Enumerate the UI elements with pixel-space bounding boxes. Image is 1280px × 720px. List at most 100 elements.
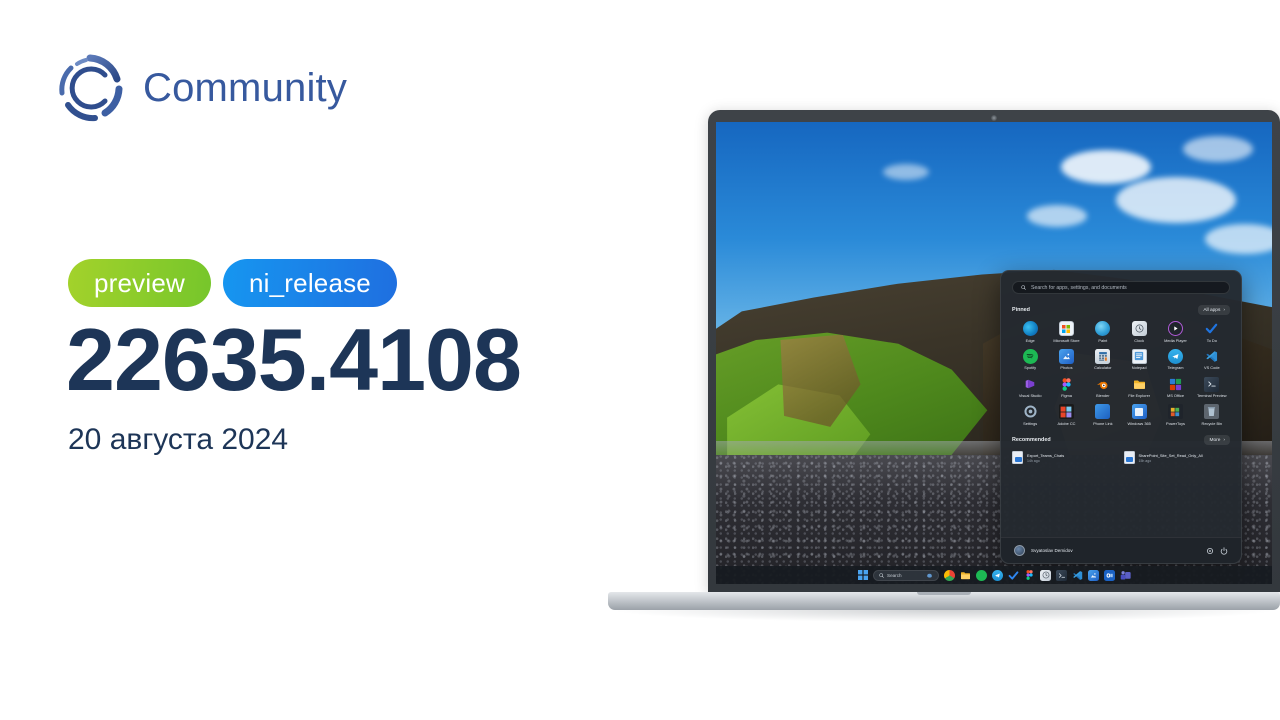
chevron-right-icon: ›: [1223, 437, 1225, 443]
taskbar-app-clock[interactable]: [1040, 569, 1051, 581]
recommended-item-time: 15h ago: [1138, 458, 1152, 463]
taskbar-app-vs-code[interactable]: [1072, 570, 1083, 581]
windows-start-icon[interactable]: [857, 570, 868, 581]
brand-name: Community: [143, 65, 348, 110]
chevron-right-icon: ›: [1223, 307, 1225, 313]
file-explorer-icon: [1132, 377, 1147, 392]
ms-office-icon: [1168, 377, 1183, 392]
start-search-placeholder: Search for apps, settings, and documents: [1031, 284, 1127, 291]
app-label: Adobe CC: [1057, 420, 1076, 426]
pinned-app-edge[interactable]: Edge: [1012, 321, 1048, 343]
more-label: More: [1209, 437, 1221, 443]
figma-icon: [1059, 377, 1074, 392]
taskbar-app-chrome[interactable]: [944, 569, 955, 581]
build-number: 22635.4108: [66, 310, 522, 409]
community-circle-logo-icon: [55, 53, 125, 123]
terminal-icon: [1204, 376, 1220, 392]
app-label: Spotify: [1024, 365, 1037, 371]
settings-icon[interactable]: [1206, 547, 1214, 555]
more-button[interactable]: More ›: [1204, 435, 1230, 446]
pinned-app-media-player[interactable]: Media Player: [1157, 321, 1193, 343]
taskbar-app-photos[interactable]: [1088, 569, 1099, 581]
list-item[interactable]: SharePoint_Site_Set_Read_Only_All 15h ag…: [1123, 451, 1231, 465]
taskbar-app-terminal[interactable]: [1056, 569, 1067, 581]
taskbar-search-box[interactable]: Search: [873, 569, 939, 581]
badge-ni-release[interactable]: ni_release: [223, 259, 397, 307]
all-apps-button[interactable]: All apps ›: [1198, 305, 1230, 315]
app-label: Calculator: [1094, 365, 1112, 371]
app-label: Telegram: [1167, 365, 1184, 371]
power-icon[interactable]: [1220, 546, 1228, 555]
info-panel: Community preview ni_release 22635.4108 …: [0, 0, 620, 720]
recommended-list: Export_Teams_Chats 14h ago SharePoint_Si…: [1012, 451, 1231, 465]
spotify-icon: [1022, 348, 1038, 364]
pinned-app-to-do[interactable]: To Do: [1194, 321, 1230, 343]
app-label: Recycle Bin: [1201, 420, 1223, 426]
taskbar-app-outlook[interactable]: [1104, 569, 1115, 581]
pinned-app-file-explorer[interactable]: File Explorer: [1121, 377, 1157, 399]
pinned-app-telegram[interactable]: Telegram: [1157, 348, 1193, 371]
taskbar[interactable]: Search: [716, 566, 1272, 584]
telegram-icon: [1167, 348, 1183, 364]
pinned-app-spotify[interactable]: Spotify: [1012, 348, 1048, 371]
pinned-app-ms-office[interactable]: MS Office: [1157, 377, 1193, 399]
pinned-app-adobe-cc[interactable]: Adobe CC: [1048, 404, 1084, 426]
start-menu[interactable]: Search for apps, settings, and documents…: [1000, 270, 1242, 564]
taskbar-app-to-do[interactable]: [1008, 570, 1019, 581]
recommended-item-name: Export_Teams_Chats: [1027, 452, 1065, 458]
badge-preview[interactable]: preview: [68, 259, 211, 307]
pinned-app-windows-365[interactable]: Windows 365: [1121, 404, 1157, 426]
start-user-bar: Svyatoslav Demidov: [1001, 537, 1241, 563]
taskbar-app-file-explorer[interactable]: [960, 570, 971, 581]
app-label: MS Office: [1166, 393, 1184, 399]
document-icon: [1123, 451, 1135, 465]
photos-icon: [1058, 348, 1074, 364]
notepad-icon: [1131, 348, 1147, 364]
pinned-app-notepad[interactable]: Notepad: [1121, 348, 1157, 371]
taskbar-app-figma[interactable]: [1024, 570, 1035, 581]
windows-365-icon: [1131, 404, 1147, 420]
document-icon: [1012, 451, 1023, 465]
user-avatar[interactable]: [1014, 545, 1025, 556]
vscode-icon: [1204, 349, 1219, 364]
app-label: VS Code: [1204, 365, 1220, 371]
app-label: Windows 365: [1127, 420, 1151, 426]
app-label: Edge: [1025, 337, 1035, 343]
pinned-app-powertoys[interactable]: PowerToys: [1157, 404, 1193, 426]
taskbar-app-spotify[interactable]: [976, 569, 987, 581]
list-item[interactable]: Export_Teams_Chats 14h ago: [1012, 451, 1119, 465]
blender-icon: [1095, 377, 1110, 392]
pinned-app-microsoft-store[interactable]: Microsoft Store: [1048, 321, 1084, 343]
copilot-icon[interactable]: [926, 572, 933, 579]
app-label: File Explorer: [1128, 393, 1151, 399]
calculator-icon: [1095, 348, 1111, 364]
pinned-app-settings[interactable]: Settings: [1012, 404, 1048, 426]
pinned-app-phone-link[interactable]: Phone Link: [1085, 404, 1121, 426]
pinned-app-clock[interactable]: Clock: [1121, 321, 1157, 343]
pinned-app-terminal-preview[interactable]: Terminal Preview: [1194, 376, 1230, 399]
pinned-app-calculator[interactable]: Calculator: [1085, 348, 1121, 371]
app-label: Visual Studio: [1018, 393, 1042, 399]
app-label: Figma: [1061, 393, 1072, 399]
app-label: PowerToys: [1165, 420, 1185, 426]
pinned-app-paint[interactable]: Paint: [1085, 321, 1121, 343]
start-search-input[interactable]: Search for apps, settings, and documents: [1012, 281, 1230, 294]
app-label: Photos: [1060, 365, 1073, 371]
taskbar-app-teams[interactable]: [1120, 570, 1131, 581]
pinned-app-figma[interactable]: Figma: [1048, 377, 1084, 399]
taskbar-app-telegram[interactable]: [992, 569, 1003, 581]
clock-icon: [1131, 321, 1147, 336]
pinned-app-photos[interactable]: Photos: [1048, 348, 1084, 371]
pinned-app-recycle-bin[interactable]: Recycle Bin: [1194, 404, 1230, 426]
settings-gear-icon: [1023, 404, 1038, 419]
microsoft-store-icon: [1058, 321, 1074, 336]
laptop-screen: Search for apps, settings, and documents…: [716, 122, 1272, 584]
edge-icon: [1022, 321, 1038, 336]
pinned-app-blender[interactable]: Blender: [1085, 377, 1121, 399]
app-label: Phone Link: [1093, 420, 1113, 426]
user-name: Svyatoslav Demidov: [1031, 548, 1073, 553]
pinned-app-vs-code[interactable]: VS Code: [1194, 349, 1230, 371]
laptop-shadow: [618, 610, 1270, 622]
recommended-header: Recommended More ›: [1012, 435, 1230, 446]
pinned-app-visual-studio[interactable]: Visual Studio: [1012, 377, 1048, 399]
